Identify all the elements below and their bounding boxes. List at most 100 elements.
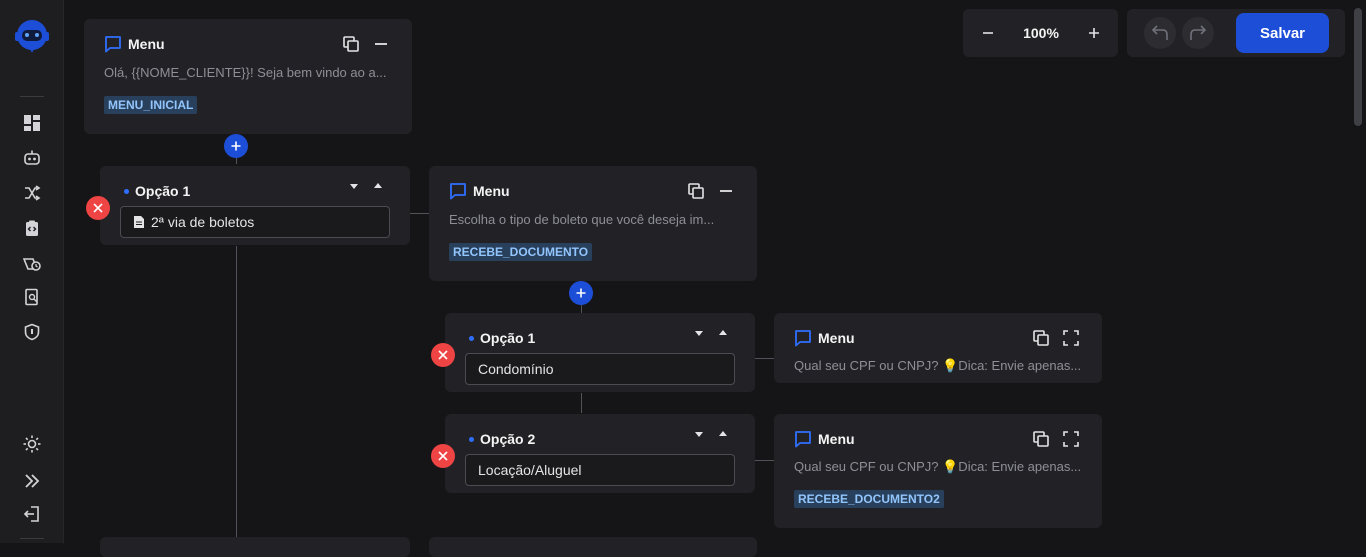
option-header: Opção 1 bbox=[469, 330, 535, 346]
sun-icon[interactable] bbox=[22, 434, 42, 454]
menu-node-header: Menu bbox=[449, 182, 510, 200]
copy-icon[interactable] bbox=[687, 182, 705, 200]
option-controls bbox=[694, 429, 728, 439]
redo-icon bbox=[1188, 23, 1208, 43]
close-icon bbox=[438, 451, 448, 461]
sidebar-divider bbox=[20, 96, 44, 97]
node-actions bbox=[342, 35, 390, 53]
save-button[interactable]: Salvar bbox=[1236, 13, 1329, 53]
document-search-icon[interactable] bbox=[22, 287, 42, 307]
close-icon bbox=[93, 203, 103, 213]
add-node-button[interactable] bbox=[224, 134, 248, 158]
caret-up-icon[interactable] bbox=[373, 181, 383, 191]
document-icon bbox=[133, 215, 145, 229]
zoom-in-button[interactable] bbox=[1084, 23, 1104, 43]
history-controls: Salvar bbox=[1127, 9, 1345, 57]
connector bbox=[410, 213, 429, 214]
option-label: Opção 1 bbox=[135, 183, 190, 199]
connector bbox=[755, 358, 774, 359]
caret-down-icon[interactable] bbox=[694, 328, 704, 338]
minimize-icon[interactable] bbox=[717, 182, 735, 200]
option-input[interactable]: Condomínio bbox=[465, 353, 735, 385]
menu-node-partial[interactable] bbox=[429, 537, 757, 557]
broadcast-clock-icon[interactable] bbox=[22, 254, 42, 274]
option-node-partial[interactable] bbox=[100, 537, 410, 557]
menu-node-header: Menu bbox=[794, 430, 855, 448]
robot-logo-icon[interactable] bbox=[12, 16, 52, 56]
menu-node-title: Menu bbox=[128, 36, 165, 52]
copy-icon[interactable] bbox=[1032, 430, 1050, 448]
option-input[interactable]: Locação/Aluguel bbox=[465, 454, 735, 486]
zoom-controls: 100% bbox=[963, 9, 1118, 57]
undo-icon bbox=[1150, 23, 1170, 43]
option-controls bbox=[349, 181, 383, 191]
option-input-value: 2ª via de boletos bbox=[151, 214, 254, 230]
caret-down-icon[interactable] bbox=[694, 429, 704, 439]
expand-icon[interactable] bbox=[1062, 329, 1080, 347]
delete-option-button[interactable] bbox=[86, 196, 110, 220]
menu-node-locacao[interactable]: Menu Qual seu CPF ou CNPJ? 💡Dica: Envie … bbox=[774, 414, 1102, 528]
menu-node-header: Menu bbox=[794, 329, 855, 347]
expand-icon[interactable] bbox=[1062, 430, 1080, 448]
undo-button[interactable] bbox=[1144, 17, 1176, 49]
option-header: Opção 1 bbox=[124, 183, 190, 199]
vertical-scrollbar[interactable] bbox=[1354, 8, 1362, 126]
copy-icon[interactable] bbox=[342, 35, 360, 53]
delete-option-button[interactable] bbox=[431, 444, 455, 468]
option-node-b2[interactable]: Opção 2 Locação/Aluguel bbox=[445, 414, 755, 493]
option-input-value: Condomínio bbox=[478, 361, 554, 377]
option-input-value: Locação/Aluguel bbox=[478, 462, 582, 478]
option-dot bbox=[469, 336, 474, 341]
caret-up-icon[interactable] bbox=[718, 429, 728, 439]
node-actions bbox=[687, 182, 735, 200]
menu-node-message: Qual seu CPF ou CNPJ? 💡Dica: Envie apena… bbox=[794, 459, 1081, 475]
connector bbox=[581, 393, 582, 413]
node-actions bbox=[1032, 430, 1080, 448]
option-label: Opção 2 bbox=[480, 431, 535, 447]
menu-node-tag: RECEBE_DOCUMENTO bbox=[449, 243, 592, 261]
menu-node-condominio[interactable]: Menu Qual seu CPF ou CNPJ? 💡Dica: Envie … bbox=[774, 313, 1102, 383]
redo-button[interactable] bbox=[1182, 17, 1214, 49]
copy-icon[interactable] bbox=[1032, 329, 1050, 347]
menu-node-title: Menu bbox=[473, 183, 510, 199]
caret-down-icon[interactable] bbox=[349, 181, 359, 191]
option-controls bbox=[694, 328, 728, 338]
double-chevron-right-icon[interactable] bbox=[22, 471, 42, 491]
code-clipboard-icon[interactable] bbox=[22, 218, 42, 238]
shield-icon[interactable] bbox=[22, 322, 42, 342]
delete-option-button[interactable] bbox=[431, 343, 455, 367]
minus-icon bbox=[982, 27, 994, 39]
menu-node-title: Menu bbox=[818, 330, 855, 346]
caret-up-icon[interactable] bbox=[718, 328, 728, 338]
plus-icon bbox=[231, 141, 241, 151]
menu-node-title: Menu bbox=[818, 431, 855, 447]
node-actions bbox=[1032, 329, 1080, 347]
connector bbox=[236, 246, 237, 538]
menu-node-header: Menu bbox=[104, 35, 165, 53]
menu-node-tag: MENU_INICIAL bbox=[104, 96, 197, 114]
menu-node-boleto[interactable]: Menu Escolha o tipo de boleto que você d… bbox=[429, 166, 757, 281]
menu-node-root[interactable]: Menu Olá, {{NOME_CLIENTE}}! Seja bem vin… bbox=[84, 19, 412, 134]
flow-canvas[interactable]: Menu Olá, {{NOME_CLIENTE}}! Seja bem vin… bbox=[65, 0, 1366, 543]
menu-node-tag: RECEBE_DOCUMENTO2 bbox=[794, 490, 944, 508]
option-node-b1[interactable]: Opção 1 Condomínio bbox=[445, 313, 755, 392]
option-header: Opção 2 bbox=[469, 431, 535, 447]
sidebar-divider bbox=[20, 538, 44, 539]
logout-icon[interactable] bbox=[22, 504, 42, 524]
dashboard-icon[interactable] bbox=[22, 113, 42, 133]
shuffle-icon[interactable] bbox=[22, 183, 42, 203]
option-input[interactable]: 2ª via de boletos bbox=[120, 206, 390, 238]
robot-icon[interactable] bbox=[22, 148, 42, 168]
minimize-icon[interactable] bbox=[372, 35, 390, 53]
chat-icon bbox=[794, 329, 812, 347]
chat-icon bbox=[794, 430, 812, 448]
option-label: Opção 1 bbox=[480, 330, 535, 346]
zoom-out-button[interactable] bbox=[978, 23, 998, 43]
add-node-button[interactable] bbox=[569, 281, 593, 305]
connector bbox=[755, 460, 774, 461]
sidebar bbox=[0, 0, 64, 543]
menu-node-message: Qual seu CPF ou CNPJ? 💡Dica: Envie apena… bbox=[794, 358, 1081, 374]
option-node-a1[interactable]: Opção 1 2ª via de boletos bbox=[100, 166, 410, 245]
option-dot bbox=[124, 189, 129, 194]
zoom-level: 100% bbox=[1011, 25, 1071, 41]
